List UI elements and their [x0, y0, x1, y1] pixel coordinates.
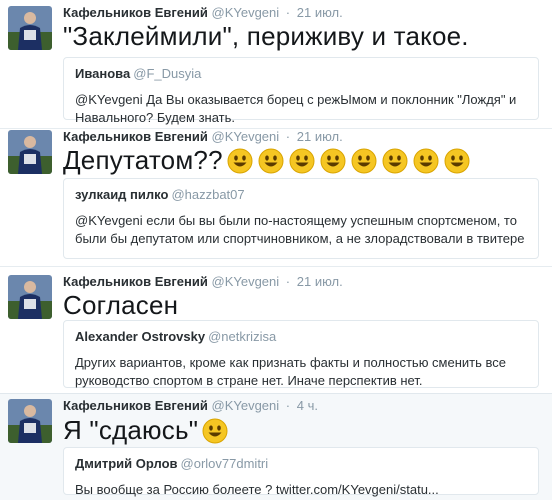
quoted-author-name: Alexander Ostrovsky	[75, 329, 206, 344]
author-name[interactable]: Кафельников Евгений	[63, 274, 208, 289]
quoted-tweet[interactable]: Иванова @F_Dusyia @KYevgeni Да Вы оказыва…	[63, 57, 539, 125]
tweet-header: Кафельников Евгений @KYevgeni · 21 июл.	[63, 129, 343, 144]
author-handle[interactable]: @KYevgeni	[212, 398, 280, 413]
separator-dot: ·	[285, 129, 291, 144]
separator-dot: ·	[285, 274, 291, 289]
quoted-tweet-text: @KYevgeni если бы вы были по-настоящему …	[75, 213, 525, 246]
quoted-author-handle: @hazzbat07	[171, 187, 245, 202]
tweet-timestamp[interactable]: 21 июл.	[297, 274, 343, 289]
avatar[interactable]	[8, 130, 52, 174]
quoted-author-handle: @netkrizisa	[208, 329, 277, 344]
user-avatar-image	[8, 399, 52, 443]
tweet-text: Я "сдаюсь"	[63, 415, 228, 451]
tweet-header: Кафельников Евгений @KYevgeni · 21 июл.	[63, 274, 343, 289]
smiling-face-emoji-icon	[289, 148, 315, 181]
tweet-timestamp[interactable]: 4 ч.	[297, 398, 318, 413]
tweet-text-content: Я "сдаюсь"	[63, 415, 199, 445]
tweet-text: Согласен	[63, 290, 178, 321]
smiling-face-emoji-icon	[258, 148, 284, 181]
avatar[interactable]	[8, 399, 52, 443]
author-name[interactable]: Кафельников Евгений	[63, 129, 208, 144]
author-name[interactable]: Кафельников Евгений	[63, 5, 208, 20]
quoted-author-name: Дмитрий Орлов	[75, 456, 178, 471]
quoted-author-name: зулкаид пилко	[75, 187, 169, 202]
quoted-author-handle: @F_Dusyia	[133, 66, 202, 81]
smiling-face-emoji-icon	[444, 148, 470, 181]
smiling-face-emoji-icon	[382, 148, 408, 181]
quoted-tweet-text: @KYevgeni Да Вы оказывается борец с режЫ…	[75, 92, 517, 125]
avatar[interactable]	[8, 275, 52, 319]
quoted-tweet[interactable]: зулкаид пилко @hazzbat07 @KYevgeni если б…	[63, 178, 539, 259]
quoted-author-name: Иванова	[75, 66, 131, 81]
user-avatar-image	[8, 6, 52, 50]
tweet: Кафельников Евгений @KYevgeni · 4 ч. Я "…	[0, 393, 552, 500]
separator-dot: ·	[285, 398, 291, 413]
emoji-row	[198, 415, 228, 445]
smiling-face-emoji-icon	[351, 148, 377, 181]
smiling-face-emoji-icon	[413, 148, 439, 181]
author-handle[interactable]: @KYevgeni	[212, 5, 280, 20]
tweet-text-content: Согласен	[63, 290, 179, 320]
tweet-header: Кафельников Евгений @KYevgeni · 4 ч.	[63, 398, 318, 413]
quoted-author-handle: @orlov77dmitri	[180, 456, 269, 471]
avatar[interactable]	[8, 6, 52, 50]
tweet-text-content: "Заклеймили", периживу и такое.	[63, 21, 469, 51]
quoted-tweet-text: Вы вообще за Россию болеете ? twitter.co…	[75, 482, 439, 497]
tweet: Кафельников Евгений @KYevgeni · 21 июл. …	[0, 0, 552, 128]
quoted-tweet[interactable]: Дмитрий Орлов @orlov77dmitri Вы вообще за…	[63, 447, 539, 497]
tweet-text: Депутатом??	[63, 145, 470, 181]
tweet-timestamp[interactable]: 21 июл.	[297, 5, 343, 20]
author-handle[interactable]: @KYevgeni	[212, 274, 280, 289]
tweet-header: Кафельников Евгений @KYevgeni · 21 июл.	[63, 5, 343, 20]
tweet: Кафельников Евгений @KYevgeni · 21 июл. …	[0, 266, 552, 393]
tweet-text-content: Депутатом??	[63, 145, 223, 175]
author-name[interactable]: Кафельников Евгений	[63, 398, 208, 413]
tweet-text: "Заклеймили", периживу и такое.	[63, 21, 469, 52]
tweet: Кафельников Евгений @KYevgeni · 21 июл. …	[0, 128, 552, 266]
author-handle[interactable]: @KYevgeni	[212, 129, 280, 144]
smiling-face-emoji-icon	[320, 148, 346, 181]
separator-dot: ·	[285, 5, 291, 20]
quoted-tweet[interactable]: Alexander Ostrovsky @netkrizisa Других ва…	[63, 320, 539, 388]
emoji-row	[223, 145, 470, 175]
user-avatar-image	[8, 130, 52, 174]
smiling-face-emoji-icon	[227, 148, 253, 181]
user-avatar-image	[8, 275, 52, 319]
quoted-tweet-text: Других вариантов, кроме как признать фак…	[75, 355, 506, 388]
tweet-timestamp[interactable]: 21 июл.	[297, 129, 343, 144]
